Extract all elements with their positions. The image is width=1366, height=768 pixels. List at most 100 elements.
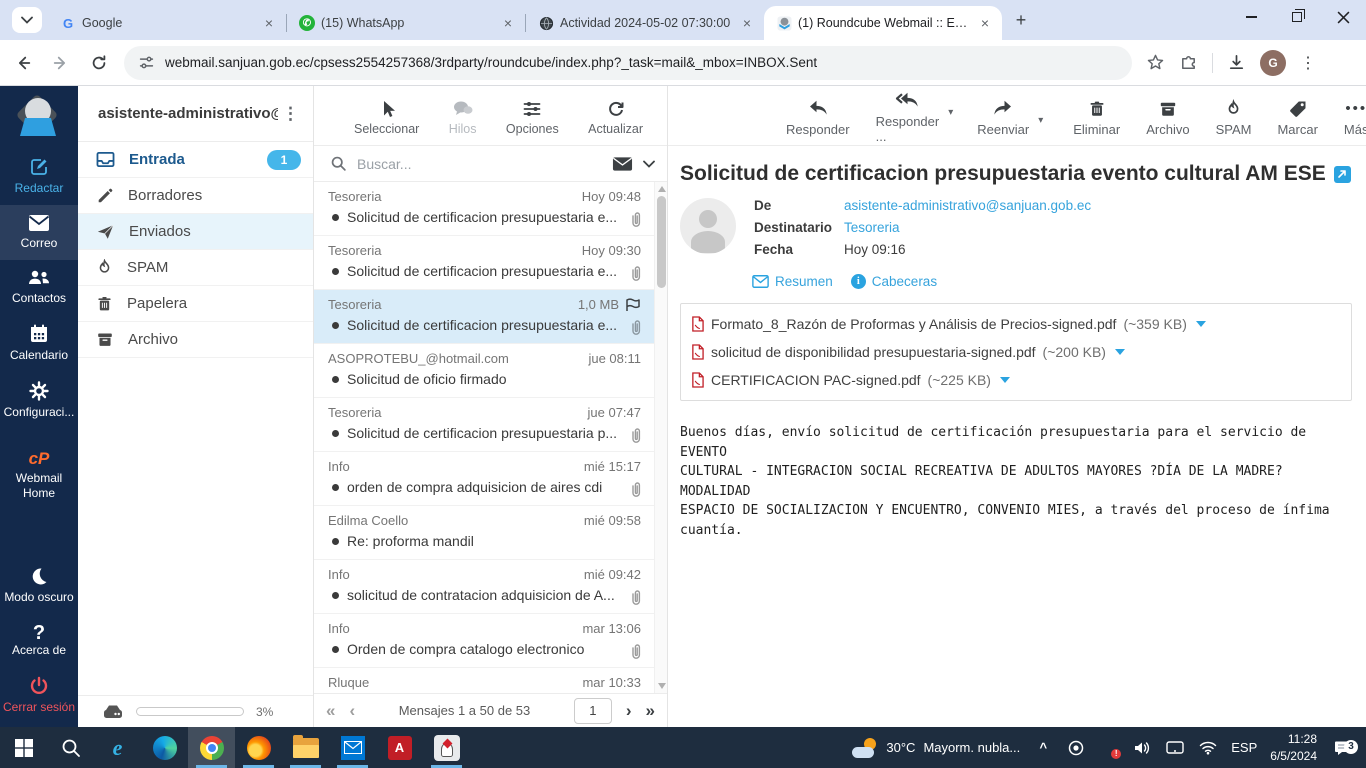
pager-page-input[interactable] xyxy=(573,697,612,724)
taskbar-edge-button[interactable] xyxy=(141,727,188,768)
pager-prev-button[interactable]: ‹ xyxy=(349,702,355,719)
browser-menu-button[interactable]: ⋮ xyxy=(1300,53,1316,73)
more-button[interactable]: ••• Más xyxy=(1344,99,1366,137)
sidebar-item-contacts[interactable]: Contactos xyxy=(0,260,78,315)
tray-show-hidden-icons[interactable]: ^ xyxy=(1033,740,1053,755)
taskbar-explorer-button[interactable] xyxy=(282,727,329,768)
folder-item-enviados[interactable]: Enviados xyxy=(78,214,313,250)
flag-icon[interactable] xyxy=(625,297,641,312)
forward-button[interactable] xyxy=(46,48,76,78)
folder-item-borradores[interactable]: Borradores xyxy=(78,178,313,214)
window-restore-button[interactable] xyxy=(1274,0,1320,34)
message-row[interactable]: Info mié 09:42 solicitud de contratacion … xyxy=(314,560,667,614)
list-scrollbar[interactable] xyxy=(654,182,667,693)
search-input[interactable] xyxy=(357,155,612,172)
tab-whatsapp[interactable]: ✆ (15) WhatsApp × xyxy=(287,6,525,40)
message-row[interactable]: Tesoreria Hoy 09:48 Solicitud de certific… xyxy=(314,182,667,236)
message-row[interactable]: Info mar 13:06 Orden de compra catalogo e… xyxy=(314,614,667,668)
taskbar-mail-button[interactable] xyxy=(329,727,376,768)
tab-actividad[interactable]: Actividad 2024-05-02 07:30:00 × xyxy=(526,6,764,40)
sidebar-item-mail[interactable]: Correo xyxy=(0,205,78,260)
message-row-selected[interactable]: Tesoreria 1,0 MB Solicitud de certificac… xyxy=(314,290,667,344)
tab-google[interactable]: G Google × xyxy=(48,6,286,40)
options-button[interactable]: Opciones xyxy=(506,99,559,136)
scrollbar-thumb[interactable] xyxy=(657,196,666,288)
folder-item-entrada[interactable]: Entrada 1 xyxy=(78,142,313,178)
taskbar-firefox-button[interactable] xyxy=(235,727,282,768)
tray-clock[interactable]: 11:28 6/5/2024 xyxy=(1270,731,1317,763)
scroll-down-arrow[interactable] xyxy=(658,683,666,689)
folder-item-archivo[interactable]: Archivo xyxy=(78,322,313,358)
new-tab-button[interactable]: + xyxy=(1008,7,1034,33)
sidebar-item-webmail-home[interactable]: cP Webmail Home xyxy=(0,439,78,510)
headers-link[interactable]: i Cabeceras xyxy=(850,274,937,289)
tab-roundcube-active[interactable]: (1) Roundcube Webmail :: Envia × xyxy=(764,6,1002,40)
reply-all-button[interactable]: Responder ... ▾ xyxy=(876,91,953,144)
archive-button[interactable]: Archivo xyxy=(1146,99,1190,137)
tray-volume-icon[interactable] xyxy=(1132,740,1152,756)
downloads-icon[interactable] xyxy=(1227,53,1246,72)
attachment-menu-caret[interactable] xyxy=(1195,321,1206,327)
bookmark-star-icon[interactable] xyxy=(1146,53,1165,72)
summary-link[interactable]: Resumen xyxy=(752,274,833,289)
open-in-new-window-icon[interactable] xyxy=(1333,165,1351,183)
pager-last-button[interactable]: » xyxy=(646,702,655,719)
attachment-name-link[interactable]: Formato_8_Razón de Proformas y Análisis … xyxy=(711,316,1116,332)
window-minimize-button[interactable] xyxy=(1228,0,1274,34)
taskbar-weather[interactable]: 30°C Mayorm. nubla... xyxy=(852,737,1020,758)
mark-button[interactable]: Marcar xyxy=(1277,99,1318,137)
window-close-button[interactable] xyxy=(1320,0,1366,34)
taskbar-acrobat-button[interactable]: A xyxy=(376,727,423,768)
taskbar-chrome-button[interactable] xyxy=(188,727,235,768)
back-button[interactable] xyxy=(8,48,38,78)
message-row[interactable]: Tesoreria Hoy 09:30 Solicitud de certific… xyxy=(314,236,667,290)
pager-first-button[interactable]: « xyxy=(326,702,335,719)
browser-profile-avatar[interactable]: G xyxy=(1260,49,1286,76)
extensions-icon[interactable] xyxy=(1179,53,1198,72)
close-tab-icon[interactable]: × xyxy=(738,14,756,32)
folder-item-papelera[interactable]: Papelera xyxy=(78,286,313,322)
delete-button[interactable]: Eliminar xyxy=(1073,99,1120,137)
message-row[interactable]: Info mié 15:17 orden de compra adquisicio… xyxy=(314,452,667,506)
message-row[interactable]: Tesoreria jue 07:47 Solicitud de certific… xyxy=(314,398,667,452)
reload-button[interactable] xyxy=(84,48,114,78)
notification-center-button[interactable]: 3 xyxy=(1330,739,1358,756)
forward-dropdown-caret[interactable]: ▾ xyxy=(1038,115,1043,126)
close-tab-icon[interactable]: × xyxy=(260,14,278,32)
folder-item-spam[interactable]: SPAM xyxy=(78,250,313,286)
list-options-chevron-icon[interactable] xyxy=(643,160,655,168)
account-menu-button[interactable]: ⋮ xyxy=(278,104,303,124)
tray-language[interactable]: ESP xyxy=(1231,740,1257,755)
spam-button[interactable]: SPAM xyxy=(1216,98,1251,137)
attachment-name-link[interactable]: CERTIFICACION PAC-signed.pdf xyxy=(711,372,921,388)
refresh-button[interactable]: Actualizar xyxy=(588,99,643,136)
attachment-name-link[interactable]: solicitud de disponibilidad presupuestar… xyxy=(711,344,1036,360)
tray-record-icon[interactable] xyxy=(1066,740,1086,756)
forward-button[interactable]: Reenviar ▾ xyxy=(977,99,1043,137)
select-button[interactable]: Seleccionar xyxy=(354,99,419,136)
tray-display-connect-icon[interactable] xyxy=(1165,740,1185,755)
to-address-link[interactable]: Tesoreria xyxy=(844,220,900,235)
sidebar-item-dark-mode[interactable]: Modo oscuro xyxy=(0,557,78,614)
reply-button[interactable]: Responder xyxy=(786,99,850,137)
attachment-menu-caret[interactable] xyxy=(1114,349,1125,355)
address-bar[interactable]: webmail.sanjuan.gob.ec/cpsess2554257368/… xyxy=(124,45,1132,80)
taskbar-java-app-button[interactable] xyxy=(423,727,470,768)
start-button[interactable] xyxy=(0,727,47,768)
attachment-menu-caret[interactable] xyxy=(999,377,1010,383)
close-tab-icon[interactable]: × xyxy=(499,14,517,32)
taskbar-ie-button[interactable]: e xyxy=(94,727,141,768)
sidebar-item-settings[interactable]: Configuraci... xyxy=(0,372,78,429)
tab-search-button[interactable] xyxy=(12,7,42,33)
message-row[interactable]: ASOPROTEBU_@hotmail.com jue 08:11 Solicit… xyxy=(314,344,667,398)
close-tab-icon[interactable]: × xyxy=(976,14,994,32)
sidebar-item-compose[interactable]: Redactar xyxy=(0,148,78,205)
tray-antivirus-icon[interactable]: ! xyxy=(1099,739,1122,759)
scroll-up-arrow[interactable] xyxy=(658,186,666,192)
pager-next-button[interactable]: › xyxy=(626,702,632,719)
compact-list-envelope-icon[interactable] xyxy=(612,156,633,172)
sidebar-item-logout[interactable]: Cerrar sesión xyxy=(0,667,78,727)
message-row[interactable]: Edilma Coello mié 09:58 Re: proforma mand… xyxy=(314,506,667,560)
sidebar-item-calendar[interactable]: Calendario xyxy=(0,315,78,372)
from-address-link[interactable]: asistente-administrativo@sanjuan.gob.ec xyxy=(844,198,1091,213)
